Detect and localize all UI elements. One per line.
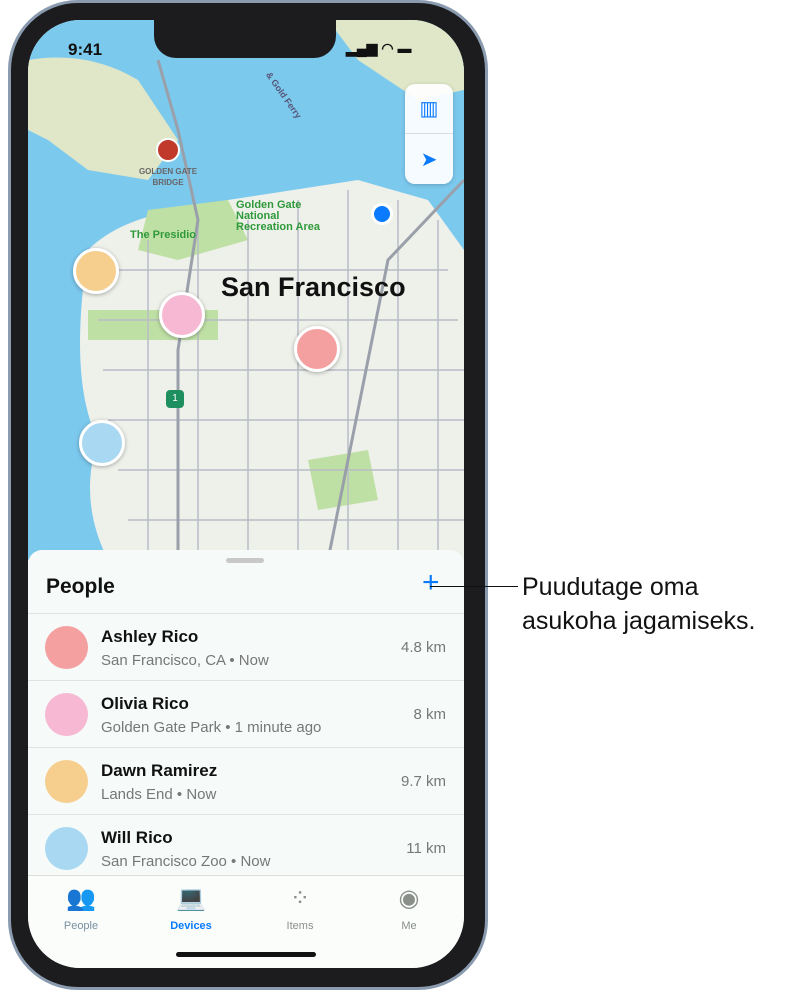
map[interactable]: 9:41 ▂▄▆ ◠ ▬ ▥ ➤ GOLDEN GATE BRIDGE Gold…: [28, 20, 464, 561]
location-arrow-icon[interactable]: ➤: [405, 134, 453, 184]
avatar-ashley-rico[interactable]: [294, 326, 340, 372]
tab-people[interactable]: 👥 People: [36, 884, 126, 932]
person-distance: 4.8 km: [400, 639, 446, 656]
callout-line-2: asukoha jagamiseks.: [522, 607, 756, 635]
status-time: 9:41: [68, 40, 103, 59]
status-icons: ▂▄▆ ◠ ▬: [346, 40, 412, 56]
label-presidio: The Presidio: [130, 229, 197, 241]
person-name: Ashley Rico: [101, 627, 199, 646]
avatar-will-rico[interactable]: [79, 420, 125, 466]
sheet-title: People: [46, 575, 115, 598]
people-icon: 👥: [66, 885, 96, 912]
tab-label: Devices: [170, 920, 212, 932]
person-distance: 8 km: [413, 706, 446, 723]
screen: 9:41 ▂▄▆ ◠ ▬ ▥ ➤ GOLDEN GATE BRIDGE Gold…: [28, 20, 464, 968]
people-sheet: People + Ashley Rico San Francisco, CA •…: [28, 550, 464, 875]
sheet-grabber[interactable]: [226, 558, 264, 563]
person-circle-icon: ◉: [398, 885, 420, 912]
my-location-dot: [371, 203, 393, 225]
person-location: San Francisco Zoo • Now: [101, 853, 271, 870]
list-item[interactable]: Will Rico San Francisco Zoo • Now 11 km: [28, 814, 464, 881]
avatar: [45, 760, 88, 803]
person-location: Lands End • Now: [101, 786, 217, 803]
add-share-location-button[interactable]: +: [422, 568, 440, 598]
list-item[interactable]: Dawn Ramirez Lands End • Now 9.7 km: [28, 747, 464, 814]
tab-devices[interactable]: 💻 Devices: [146, 884, 236, 932]
label-city: San Francisco: [221, 272, 406, 302]
home-indicator: [176, 952, 316, 957]
tab-me[interactable]: ◉ Me: [364, 884, 454, 932]
avatar: [45, 693, 88, 736]
avatar: [45, 626, 88, 669]
tab-label: Items: [286, 920, 314, 932]
avatar: [45, 827, 88, 870]
person-location: San Francisco, CA • Now: [101, 652, 269, 669]
avatar-dawn-ramirez[interactable]: [73, 248, 119, 294]
map-icon[interactable]: ▥: [405, 84, 453, 134]
avatar-olivia-rico[interactable]: [159, 292, 205, 338]
person-location: Golden Gate Park • 1 minute ago: [101, 719, 322, 736]
notch: [154, 20, 336, 58]
map-controls: ▥ ➤: [405, 84, 453, 184]
person-name: Will Rico: [101, 828, 173, 847]
golden-gate-bridge-icon: [156, 138, 180, 162]
route-1-shield: 1: [166, 390, 184, 408]
person-distance: 11 km: [406, 840, 446, 857]
list-item[interactable]: Ashley Rico San Francisco, CA • Now 4.8 …: [28, 613, 464, 680]
callout-line: [430, 586, 518, 587]
callout-text: Puudutage oma asukoha jagamiseks.: [522, 570, 755, 638]
items-icon: ⁘: [289, 885, 311, 912]
label-golden-gate-bridge: GOLDEN GATE BRIDGE: [138, 167, 198, 187]
person-name: Olivia Rico: [101, 694, 189, 713]
list-item[interactable]: Olivia Rico Golden Gate Park • 1 minute …: [28, 680, 464, 747]
person-name: Dawn Ramirez: [101, 761, 218, 780]
tab-label: People: [63, 920, 99, 932]
tab-label: Me: [401, 920, 417, 932]
tab-items[interactable]: ⁘ Items: [255, 884, 345, 932]
label-ggnra: Golden Gate National Recreation Area: [236, 199, 320, 233]
devices-icon: 💻: [176, 885, 206, 912]
person-distance: 9.7 km: [400, 773, 446, 790]
callout-line-1: Puudutage oma: [522, 573, 699, 601]
